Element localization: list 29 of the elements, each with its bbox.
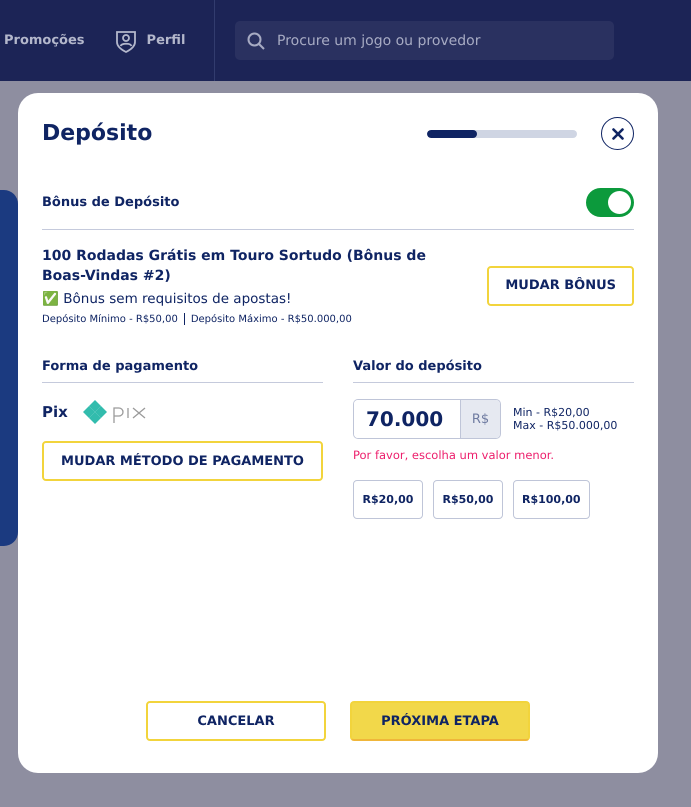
search-field[interactable]: Procure um jogo ou provedor [235, 21, 614, 60]
change-bonus-button[interactable]: MUDAR BÔNUS [487, 266, 634, 306]
amount-field[interactable]: 70.000 R$ [353, 399, 501, 439]
search-input[interactable]: Procure um jogo ou provedor [275, 32, 614, 50]
nav-link[interactable]: Promoções [4, 33, 85, 48]
error-message: Por favor, escolha um valor menor. [353, 448, 556, 462]
next-step-button[interactable]: PRÓXIMA ETAPA [350, 701, 530, 741]
change-payment-button[interactable]: MUDAR MÉTODO DE PAGAMENTO [42, 441, 323, 481]
preset-amount-button[interactable]: R$100,00 [513, 480, 590, 519]
search-icon [247, 32, 265, 50]
preset-amount-button[interactable]: R$50,00 [433, 480, 503, 519]
bonus-toggle-label: Bônus de Depósito [42, 195, 180, 210]
max-amount: Max - R$50.000,00 [513, 419, 618, 432]
deposit-limit: Depósito Mínimo - R$50,00 [42, 314, 178, 324]
preset-amount-button[interactable]: R$20,00 [353, 480, 423, 519]
payment-method: Pix [42, 403, 68, 421]
bonus-name: 100 Rodadas Grátis em Touro Sortudo (Bônus de Boas-Vindas #2) [42, 247, 427, 286]
bonus-switch[interactable] [586, 188, 634, 217]
cancel-button[interactable]: CANCELAR [146, 701, 326, 741]
bonus-note: ✅ Bônus sem requisitos de apostas! [42, 290, 292, 307]
close-icon [612, 128, 624, 140]
deposit-limit: Depósito Máximo - R$50.000,00 [190, 314, 352, 324]
section-heading: Valor do depósito [353, 359, 634, 383]
section-heading: Forma de pagamento [42, 359, 323, 383]
nav-link[interactable]: Perfil [114, 28, 186, 52]
profile-shield-icon [114, 28, 137, 52]
close-button[interactable] [601, 117, 634, 150]
min-amount: Min - R$20,00 [513, 406, 591, 419]
dialog-title: Depósito [42, 121, 152, 146]
